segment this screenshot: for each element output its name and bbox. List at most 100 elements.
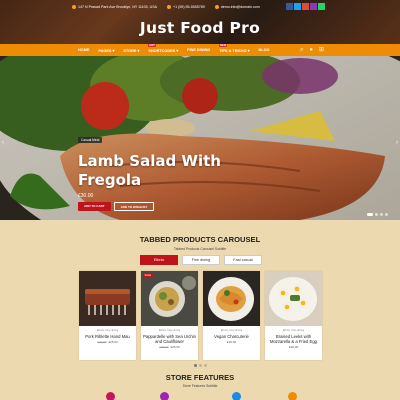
current-price: £25.00	[170, 345, 180, 349]
product-card[interactable]: Ethnic, Fine dining Braised Leeks with M…	[265, 271, 322, 360]
add-to-wishlist-button[interactable]: ADD TO WISHLIST	[113, 202, 155, 211]
product-category[interactable]: Ethnic, Fine dining	[141, 329, 198, 332]
product-name[interactable]: Pappardelle with Sea Urchin and Cauliflo…	[141, 334, 198, 344]
nav-item-shortcodes[interactable]: HOT Shortcodes ▾	[148, 43, 179, 53]
product-price: £30.00 £25.00	[141, 345, 198, 349]
current-price: £25.00	[108, 340, 118, 344]
facebook-icon[interactable]	[286, 3, 293, 10]
carousel-dot[interactable]	[203, 364, 207, 367]
hero-price: £30.00	[78, 193, 94, 199]
features-title: STORE FEATURES	[165, 373, 235, 382]
nav-label: Fine Dining	[187, 48, 211, 52]
email-item[interactable]: demo.info@domain.com	[214, 4, 260, 9]
user-icon[interactable]: ●	[309, 46, 313, 54]
chevron-down-icon: ▾	[176, 48, 179, 53]
product-name[interactable]: Braised Leeks with Mozzarella & a Fried …	[265, 334, 322, 344]
nav-item-blog[interactable]: Blog	[259, 48, 270, 52]
nav-label: Tips & Tricks	[219, 48, 247, 53]
old-price: £30.00	[159, 345, 169, 349]
product-category[interactable]: Ethnic, Fine dining	[79, 329, 136, 332]
product-price: £30.00 £25.00	[79, 340, 136, 344]
address-item: 147 N Prasad Park Ave Brooklyn, NY 11105…	[72, 4, 158, 9]
product-image[interactable]	[203, 271, 260, 326]
top-bar: 147 N Prasad Park Ave Brooklyn, NY 11105…	[0, 2, 400, 11]
carousel-dot[interactable]	[198, 364, 202, 367]
chevron-left-icon[interactable]: ‹	[2, 140, 4, 146]
google-plus-icon[interactable]	[302, 3, 309, 10]
nav-label: Blog	[258, 48, 270, 52]
carousel-dot[interactable]	[193, 364, 197, 367]
nav-item-store[interactable]: Store ▾	[123, 48, 139, 53]
hero-content: Casual Meal Lamb Salad With Fregola £30.…	[78, 128, 221, 211]
hot-badge: HOT	[148, 43, 156, 47]
nav-label: Shortcodes	[148, 48, 176, 53]
product-category[interactable]: Ethnic, Fine dining	[203, 329, 260, 332]
current-price: £30.00	[288, 345, 299, 349]
hero-buttons: ADD TO CART ADD TO WISHLIST	[78, 202, 221, 211]
nav-label: Pages	[98, 48, 112, 53]
slider-dots	[367, 213, 388, 216]
features-subtitle: Store Features Subtitle	[182, 384, 218, 388]
nav-item-home[interactable]: Home	[78, 48, 89, 52]
add-to-cart-button[interactable]: ADD TO CART	[78, 202, 111, 211]
chevron-right-icon[interactable]: ›	[396, 140, 398, 146]
product-image[interactable]	[79, 271, 136, 326]
phone-item[interactable]: +1 (55) 55-5555789	[167, 4, 205, 9]
slider-dot[interactable]	[375, 213, 378, 216]
nav-item-pages[interactable]: Pages ▾	[98, 48, 114, 53]
new-badge: NEW	[219, 43, 228, 47]
nav-label: Store	[123, 48, 137, 53]
section-subtitle: Tabbed Products Carousel Subtitle	[173, 247, 227, 251]
whatsapp-icon[interactable]	[318, 3, 325, 10]
features-row	[0, 392, 400, 400]
product-image[interactable]: SALE	[141, 271, 198, 326]
slider-dot[interactable]	[385, 213, 388, 216]
chevron-down-icon: ▾	[112, 48, 115, 53]
nav-label: Home	[78, 48, 90, 52]
product-card[interactable]: Ethnic, Fine dining Pork Riblette Hand M…	[79, 271, 136, 360]
old-price: £30.00	[97, 340, 107, 344]
nav-item-fine-dining[interactable]: Fine Dining	[187, 48, 210, 52]
feature-icon	[232, 392, 241, 400]
phone-icon	[167, 4, 172, 9]
tab-ethnic[interactable]: Ethnic	[140, 255, 178, 265]
carousel-dots	[0, 364, 400, 367]
site-logo[interactable]: Just Food Pro	[0, 19, 400, 37]
chevron-down-icon: ▾	[247, 48, 250, 53]
hero-slider: ‹ › Casual Meal Lamb Salad With Fregola …	[0, 56, 400, 220]
chevron-down-icon: ▾	[137, 48, 140, 53]
product-tabs: Ethnic Fine dining Fast casual	[140, 255, 262, 265]
cart-icon[interactable]: ⊞	[319, 46, 324, 54]
address-text: 147 N Prasad Park Ave Brooklyn, NY 11105…	[78, 4, 158, 9]
feature-icon	[106, 392, 115, 400]
product-card[interactable]: SALE Ethnic, Fine dining Pappardelle wit…	[141, 271, 198, 360]
product-name[interactable]: Vegan Charcuterie	[203, 334, 260, 339]
product-carousel: Ethnic, Fine dining Pork Riblette Hand M…	[79, 271, 322, 360]
email-text[interactable]: demo.info@domain.com	[221, 5, 260, 9]
hero-category-tag[interactable]: Casual Meal	[78, 137, 103, 143]
product-card[interactable]: Ethnic, Fine dining Vegan Charcuterie £2…	[203, 271, 260, 360]
sale-badge: SALE	[143, 273, 153, 277]
search-icon[interactable]: ⌕	[300, 46, 303, 54]
main-nav: Home Pages ▾ Store ▾ HOT Shortcodes ▾ Fin…	[0, 43, 400, 56]
current-price: £25.00	[226, 340, 237, 344]
location-icon	[72, 4, 76, 9]
twitter-icon[interactable]	[294, 3, 301, 10]
slider-dot[interactable]	[367, 213, 373, 216]
product-image[interactable]	[265, 271, 322, 326]
slider-dot[interactable]	[380, 213, 383, 216]
hero-title-line2: Fregola	[78, 171, 142, 189]
envelope-icon	[214, 4, 219, 9]
site-header: 147 N Prasad Park Ave Brooklyn, NY 11105…	[0, 0, 400, 44]
nav-icons: ⌕ ● ⊞	[300, 46, 324, 54]
instagram-icon[interactable]	[310, 3, 317, 10]
tab-fast-casual[interactable]: Fast casual	[224, 255, 262, 265]
feature-icon	[160, 392, 169, 400]
hero-title: Lamb Salad With Fregola	[78, 152, 221, 190]
tab-fine-dining[interactable]: Fine dining	[182, 255, 220, 265]
phone-text[interactable]: +1 (55) 55-5555789	[173, 5, 205, 9]
hero-title-line1: Lamb Salad With	[78, 152, 221, 170]
product-name[interactable]: Pork Riblette Hand Mau	[79, 334, 136, 339]
product-category[interactable]: Ethnic, Fine dining	[265, 329, 322, 332]
nav-item-tips[interactable]: NEW Tips & Tricks ▾	[219, 43, 250, 53]
